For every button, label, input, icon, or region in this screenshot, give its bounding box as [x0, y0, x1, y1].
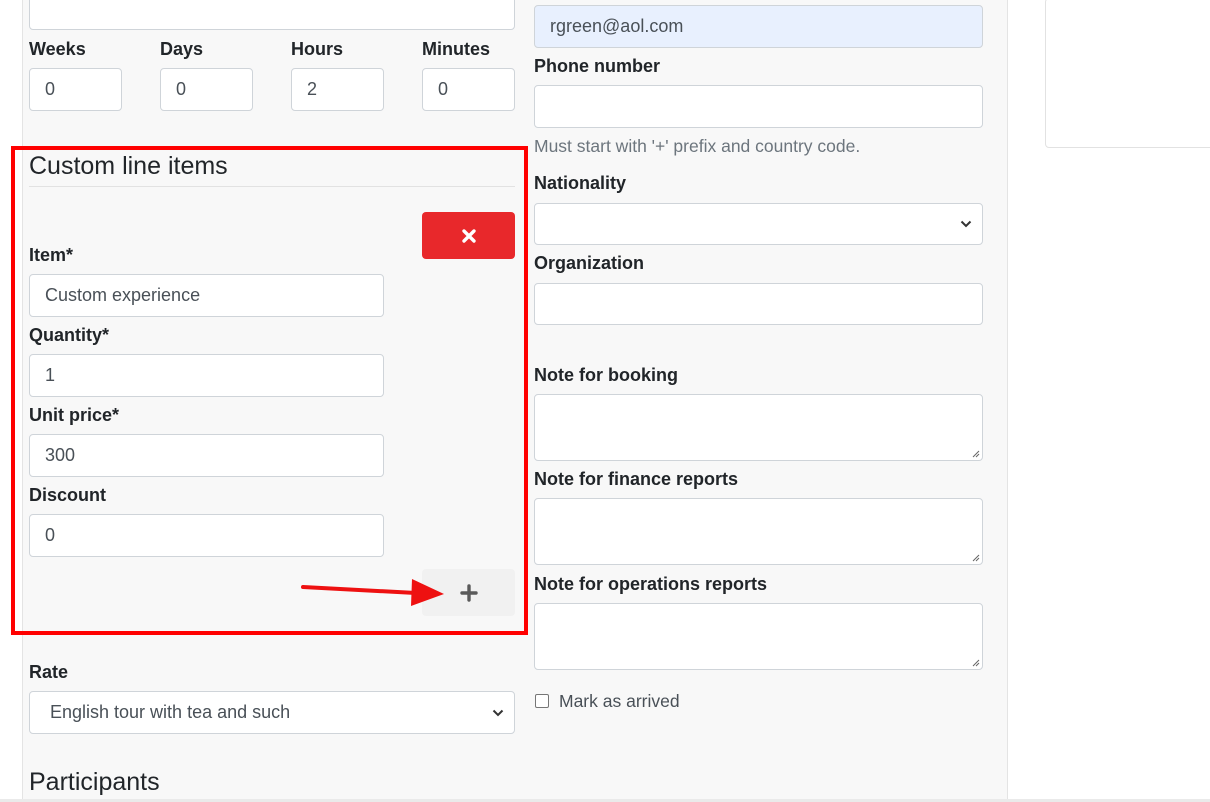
hours-input[interactable]: 2	[291, 68, 384, 111]
resize-grip-icon[interactable]	[970, 552, 980, 562]
side-card	[1045, 0, 1210, 148]
rate-selected-value: English tour with tea and such	[50, 702, 291, 722]
annotation-highlight-box	[11, 146, 528, 635]
resize-grip-icon[interactable]	[970, 448, 980, 458]
organization-input[interactable]	[534, 283, 983, 325]
organization-label: Organization	[534, 253, 645, 273]
hours-label: Hours	[291, 39, 344, 59]
note-operations-textarea[interactable]	[534, 603, 983, 670]
note-booking-textarea[interactable]	[534, 394, 983, 461]
days-label: Days	[160, 39, 204, 59]
note-booking-label: Note for booking	[534, 365, 678, 385]
nationality-select[interactable]	[534, 203, 983, 245]
resize-grip-icon[interactable]	[970, 657, 980, 667]
rate-label: Rate	[29, 662, 69, 682]
top-input-left[interactable]	[29, 0, 515, 30]
booking-form-screen: Weeks Days Hours Minutes 0 0 2 0 Custom …	[0, 0, 1210, 802]
chevron-down-icon	[960, 220, 972, 228]
weeks-input[interactable]: 0	[29, 68, 122, 111]
mark-arrived-checkbox[interactable]	[535, 694, 549, 708]
minutes-input[interactable]: 0	[422, 68, 515, 111]
note-finance-textarea[interactable]	[534, 498, 983, 565]
phone-input[interactable]	[534, 85, 983, 128]
chevron-down-icon	[492, 709, 504, 716]
note-finance-label: Note for finance reports	[534, 469, 739, 489]
minutes-label: Minutes	[422, 39, 491, 59]
phone-label: Phone number	[534, 56, 661, 76]
rate-select[interactable]: English tour with tea and such	[29, 691, 515, 734]
email-field[interactable]: rgreen@aol.com	[534, 5, 983, 48]
mark-arrived-label[interactable]: Mark as arrived	[559, 691, 680, 712]
participants-title: Participants	[29, 768, 160, 796]
phone-help-text: Must start with '+' prefix and country c…	[534, 136, 861, 156]
days-input[interactable]: 0	[160, 68, 253, 111]
note-operations-label: Note for operations reports	[534, 574, 768, 594]
weeks-label: Weeks	[29, 39, 86, 59]
nationality-label: Nationality	[534, 173, 627, 193]
